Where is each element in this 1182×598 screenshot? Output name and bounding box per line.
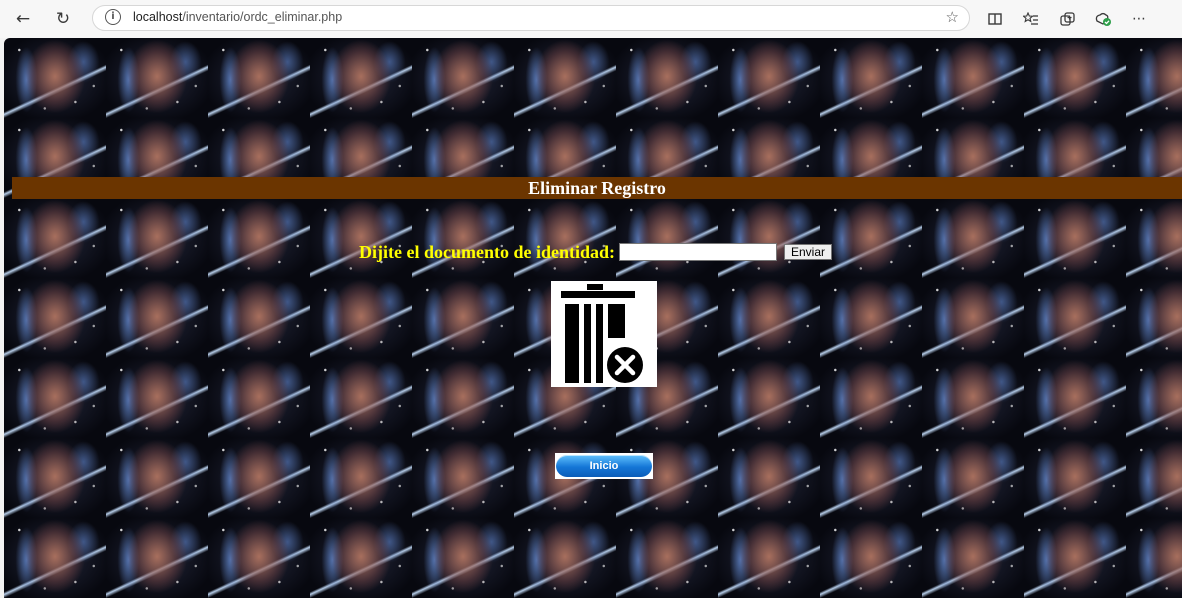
address-url: localhost/inventario/ordc_eliminar.php	[133, 10, 343, 24]
page-title: Eliminar Registro	[12, 177, 1182, 199]
favorite-star-icon[interactable]: ☆	[946, 8, 959, 26]
home-button[interactable]: Inicio	[555, 453, 653, 479]
page-viewport: Eliminar Registro Dijite el documento de…	[4, 38, 1182, 598]
document-input[interactable]	[619, 243, 777, 261]
split-screen-icon[interactable]	[982, 7, 1008, 31]
document-label: Dijite el documento de identidad:	[359, 241, 615, 262]
home-button-label: Inicio	[556, 455, 652, 477]
collections-icon[interactable]	[1054, 7, 1080, 31]
trash-delete-icon	[551, 281, 657, 387]
document-form: Dijite el documento de identidad: Enviar	[359, 241, 833, 262]
address-bar[interactable]: i localhost/inventario/ordc_eliminar.php…	[92, 5, 970, 31]
more-icon[interactable]: ⋯	[1126, 7, 1152, 31]
browser-toolbar: ← ↻ i localhost/inventario/ordc_eliminar…	[0, 0, 1182, 38]
info-icon[interactable]: i	[105, 9, 121, 25]
extensions-icon[interactable]	[1090, 7, 1116, 31]
back-arrow-icon[interactable]: ←	[10, 7, 36, 31]
submit-button[interactable]: Enviar	[784, 244, 833, 260]
refresh-icon[interactable]: ↻	[50, 7, 76, 31]
favorites-icon[interactable]	[1018, 7, 1044, 31]
